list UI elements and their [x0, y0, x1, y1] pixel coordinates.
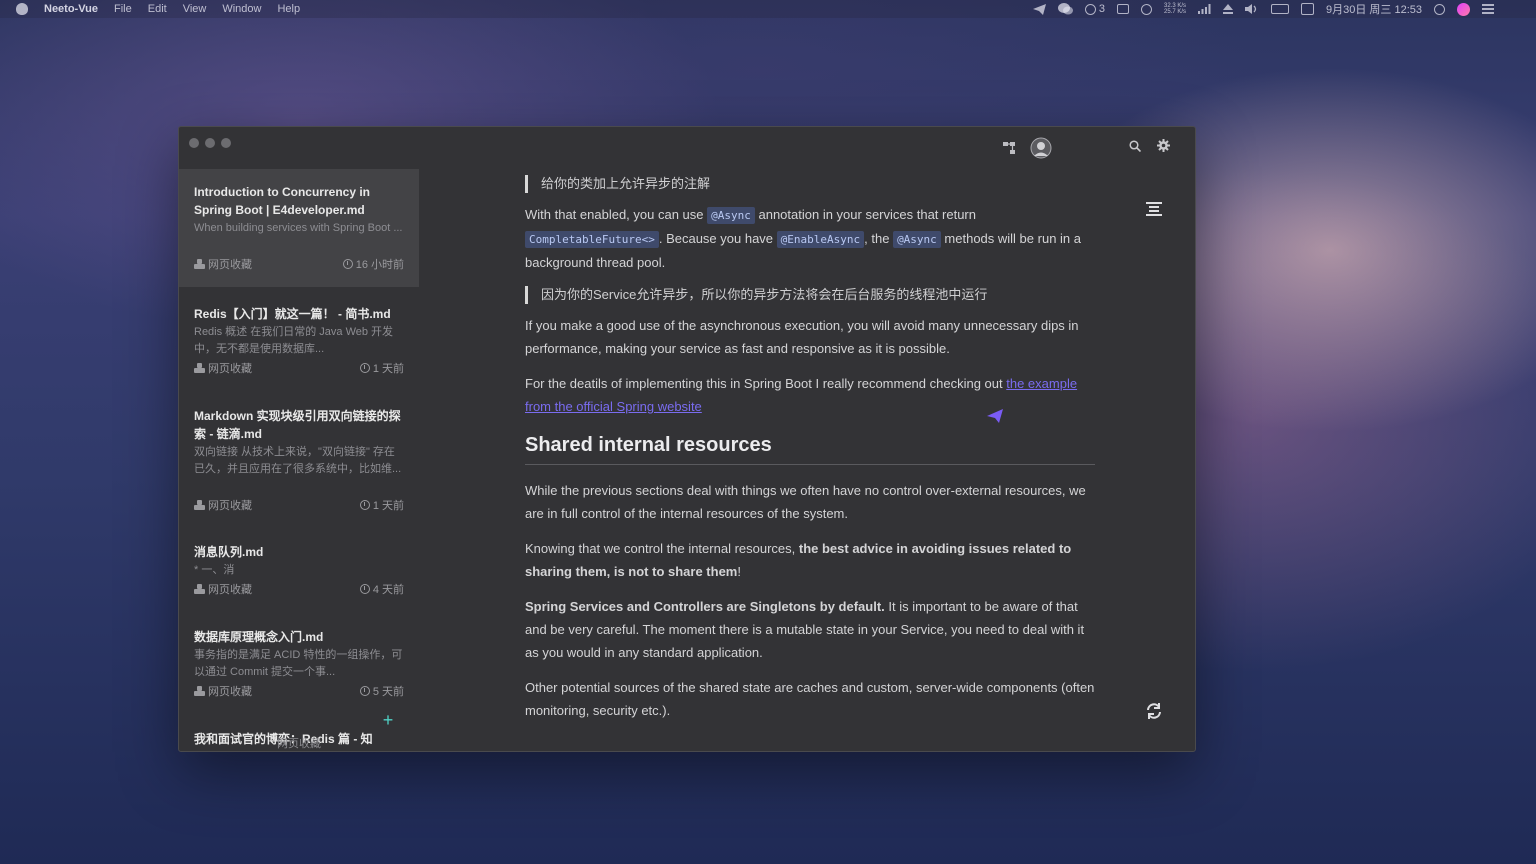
note-title: Redis【入门】就这一篇！ - 简书.md — [194, 307, 391, 321]
send-plane-icon[interactable] — [987, 409, 1003, 423]
note-time: 16 小时前 — [355, 259, 404, 271]
search-icon[interactable] — [1129, 139, 1141, 152]
clock-icon — [359, 686, 370, 696]
inline-code: CompletableFuture<> — [525, 231, 659, 248]
tag-icon — [194, 686, 205, 696]
note-item[interactable]: 数据库原理概念入门.md 事务指的是满足 ACID 特性的一组操作，可以通过 C… — [179, 610, 419, 712]
magnifier-tray-icon[interactable] — [1140, 3, 1152, 15]
blockquote: 因为你的Service允许异步，所以你的异步方法将会在后台服务的线程池中运行 — [525, 286, 1095, 304]
paragraph: Other potential sources of the shared st… — [525, 680, 1095, 718]
add-note-button[interactable]: + — [381, 711, 395, 729]
note-meta: 网页收藏 5 天前 — [194, 683, 404, 699]
clock-icon — [359, 584, 370, 594]
note-tag: 网页收藏 — [208, 259, 252, 271]
tag-icon — [194, 500, 205, 510]
title-bar[interactable] — [179, 127, 1195, 165]
note-item[interactable]: Introduction to Concurrency in Spring Bo… — [179, 169, 419, 287]
menu-file[interactable]: File — [114, 3, 132, 15]
note-item[interactable]: 消息队列.md * 一、消 网页收藏 4 天前 — [179, 525, 419, 610]
menu-help[interactable]: Help — [277, 3, 300, 15]
inline-code: @Async — [707, 207, 755, 224]
section-heading: Shared internal resources — [525, 434, 772, 456]
clock-icon — [359, 500, 370, 510]
note-snippet: 事务指的是满足 ACID 特性的一组操作，可以通过 Commit 提交一个事..… — [194, 649, 403, 678]
paragraph: With that enabled, you can use @Async an… — [525, 207, 1081, 270]
note-meta: 网页收藏 16 小时前 — [194, 256, 404, 272]
editor-content[interactable]: 给你的类加上允许异步的注解 With that enabled, you can… — [525, 169, 1095, 751]
note-title: Introduction to Concurrency in Spring Bo… — [194, 185, 370, 217]
wechat-icon[interactable] — [1057, 3, 1073, 15]
paragraph: For the deatils of implementing this in … — [525, 376, 1078, 414]
input-method-icon[interactable] — [1301, 3, 1314, 15]
user-avatar-icon[interactable] — [1030, 137, 1052, 159]
network-speed: 32.3 K/s 25.7 K/s — [1163, 3, 1186, 15]
paragraph: If you make a good use of the asynchrono… — [525, 318, 1079, 356]
note-list: Introduction to Concurrency in Spring Bo… — [179, 169, 419, 751]
menu-bar: Neeto-Vue File Edit View Window Help 3 3… — [0, 0, 1536, 18]
note-snippet: 双向链接 从技术上来说，"双向链接" 存在已久，并且应用在了很多系统中，比如维.… — [194, 446, 402, 475]
note-title: Markdown 实现块级引用双向链接的探索 - 链滴.md — [194, 409, 401, 441]
paragraph: Spring Services and Controllers are Sing… — [525, 599, 1085, 660]
inline-code: @EnableAsync — [776, 231, 865, 248]
tag-icon — [194, 259, 205, 269]
notification-center-icon[interactable] — [1482, 4, 1494, 14]
note-tag: 网页收藏 — [208, 363, 252, 375]
note-tag: 网页收藏 — [208, 500, 252, 512]
note-meta: 网页收藏 4 天前 — [194, 581, 404, 597]
note-time: 1 天前 — [372, 500, 404, 512]
clock-icon — [359, 363, 370, 373]
heading-block: H2 Shared internal resources — [525, 432, 1095, 465]
note-title: 消息队列.md — [194, 545, 264, 559]
outline-tree-icon[interactable] — [1002, 141, 1016, 155]
apple-icon[interactable] — [16, 3, 28, 15]
note-time: 1 天前 — [372, 363, 404, 375]
sync-icon[interactable] — [1145, 702, 1163, 720]
close-window-button[interactable] — [189, 138, 199, 148]
note-tag: 网页收藏 — [208, 686, 252, 698]
note-time: 5 天前 — [372, 686, 404, 698]
tasks-count: 3 — [1098, 3, 1105, 15]
battery-icon[interactable] — [1271, 4, 1289, 14]
telegram-icon[interactable] — [1032, 3, 1046, 15]
drag-tag-label: 网页收藏 — [277, 738, 321, 750]
eject-icon[interactable] — [1223, 4, 1233, 14]
check-icon — [1084, 3, 1096, 15]
blockquote: 给你的类加上允许异步的注解 — [525, 175, 1095, 193]
note-meta: 网页收藏 1 天前 — [194, 497, 404, 513]
note-snippet: * 一、消 — [194, 564, 235, 576]
note-tag: 网页收藏 — [208, 584, 252, 596]
user-avatar-icon[interactable] — [1457, 2, 1470, 16]
menu-edit[interactable]: Edit — [148, 3, 167, 15]
toc-icon[interactable] — [1145, 201, 1163, 217]
menu-window[interactable]: Window — [222, 3, 261, 15]
minimize-window-button[interactable] — [205, 138, 215, 148]
menubar-clock[interactable]: 9月30日 周三 12:53 — [1326, 1, 1422, 17]
note-item[interactable]: Redis【入门】就这一篇！ - 简书.md Redis 概述 在我们日常的 J… — [179, 287, 419, 389]
paragraph: While the previous sections deal with th… — [525, 483, 1086, 521]
paragraph: Knowing that we control the internal res… — [525, 541, 1072, 579]
note-snippet: Redis 概述 在我们日常的 Java Web 开发中，无不都是使用数据库..… — [194, 326, 394, 355]
gear-icon[interactable] — [1157, 139, 1170, 152]
app-menu[interactable]: Neeto-Vue — [44, 3, 98, 15]
spotlight-icon[interactable] — [1434, 3, 1445, 15]
note-item[interactable]: Markdown 实现块级引用双向链接的探索 - 链滴.md 双向链接 从技术上… — [179, 389, 419, 525]
note-time: 4 天前 — [372, 584, 404, 596]
bookmark-icon[interactable] — [1116, 4, 1129, 14]
window-controls — [189, 138, 231, 148]
clock-icon — [342, 259, 353, 269]
tag-icon — [194, 584, 205, 594]
note-meta: 网页收藏 1 天前 — [194, 360, 404, 376]
tasks-tray[interactable]: 3 — [1084, 3, 1105, 15]
note-title: 数据库原理概念入门.md — [194, 630, 324, 644]
signal-icon[interactable] — [1198, 4, 1211, 14]
volume-icon[interactable] — [1245, 4, 1259, 14]
tag-icon — [194, 363, 205, 373]
inline-code: @Async — [893, 231, 941, 248]
menu-view[interactable]: View — [183, 3, 207, 15]
note-snippet: When building services with Spring Boot … — [194, 222, 403, 234]
zoom-window-button[interactable] — [221, 138, 231, 148]
app-window: Introduction to Concurrency in Spring Bo… — [178, 126, 1196, 752]
